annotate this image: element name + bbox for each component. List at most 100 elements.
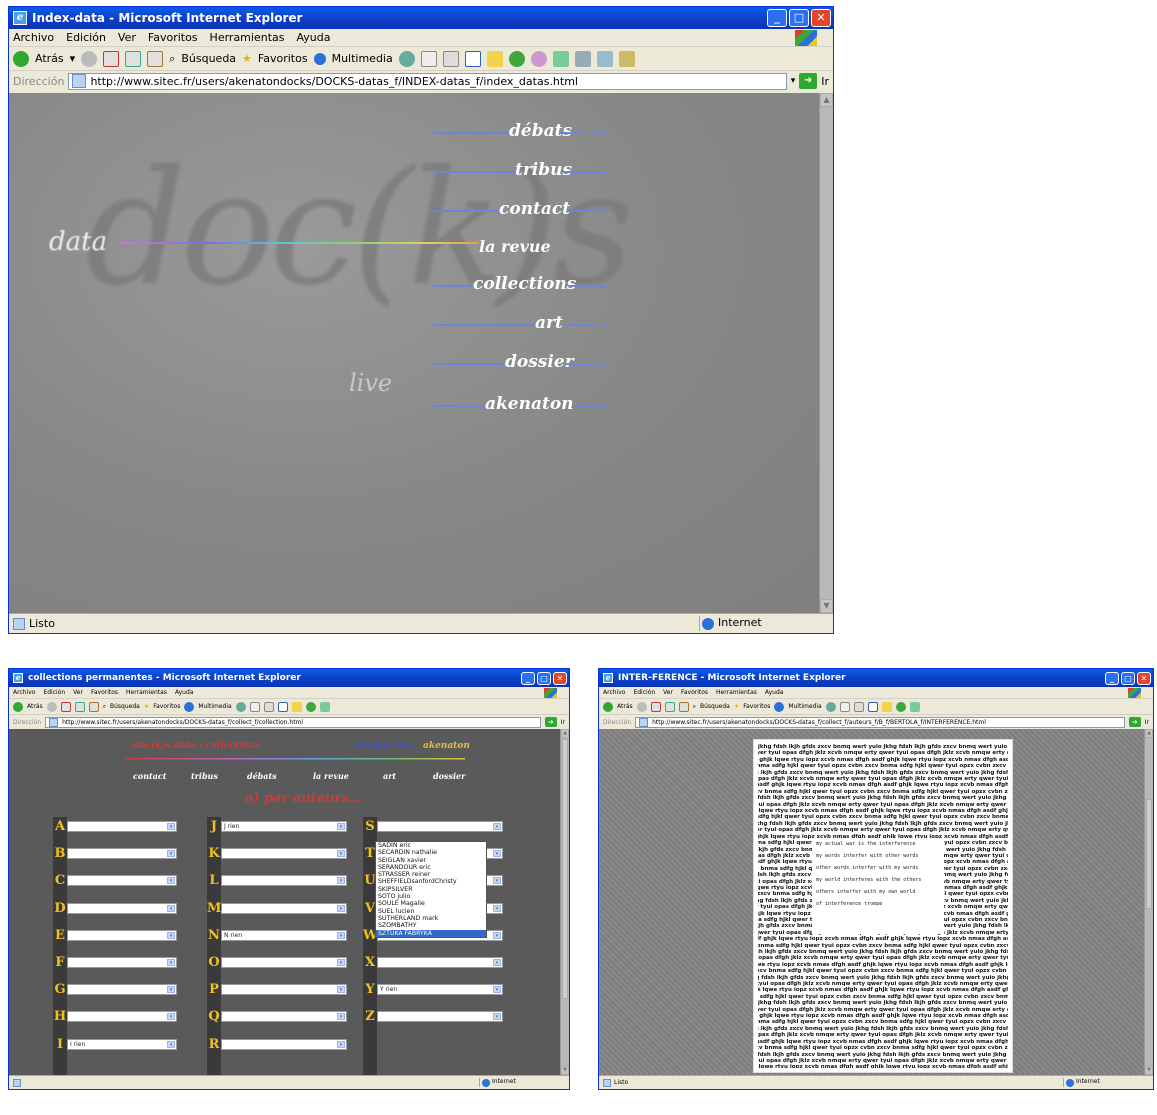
author-select-s[interactable]: ▾ xyxy=(377,821,503,832)
search-icon[interactable]: ⌕ xyxy=(169,52,175,66)
chevron-down-icon[interactable]: ▾ xyxy=(167,1040,175,1048)
chevron-down-icon[interactable]: ▾ xyxy=(493,877,501,885)
go-arrow-icon[interactable]: ➜ xyxy=(544,717,557,727)
copy-icon[interactable] xyxy=(596,50,613,67)
menu-ver[interactable]: Ver xyxy=(118,31,136,44)
author-select-r[interactable]: ▾ xyxy=(221,1038,347,1050)
chevron-down-icon[interactable]: ▾ xyxy=(337,850,345,858)
top-link-collections[interactable]: doc(k)s data : collections xyxy=(133,741,260,751)
top-link-akenaton[interactable]: akenaton xyxy=(423,741,470,751)
home-icon[interactable] xyxy=(88,701,99,712)
chevron-down-icon[interactable]: ▾ xyxy=(493,823,501,830)
chevron-down-icon[interactable]: ▾ xyxy=(167,986,175,994)
menu-ayuda[interactable]: Ayuda xyxy=(765,689,784,696)
word-icon[interactable] xyxy=(277,701,288,712)
title-bar[interactable]: e Index-data - Microsoft Internet Explor… xyxy=(9,7,833,29)
dropdown-option[interactable]: SKIPSILVER xyxy=(376,886,486,893)
menu-archivo[interactable]: Archivo xyxy=(13,31,54,44)
dropdown-option[interactable]: SERANDOUR eric xyxy=(376,864,486,871)
favorites-star-icon[interactable]: ★ xyxy=(242,52,252,65)
chevron-down-icon[interactable]: ▾ xyxy=(337,904,345,912)
chevron-down-icon[interactable]: ▾ xyxy=(493,986,501,994)
chevron-down-icon[interactable]: ▾ xyxy=(167,823,175,830)
image-icon[interactable] xyxy=(552,50,569,67)
nav-debats[interactable]: débats xyxy=(509,121,572,141)
nav-debats[interactable]: débats xyxy=(247,771,277,781)
folder-icon[interactable] xyxy=(881,701,892,712)
chevron-down-icon[interactable]: ▾ xyxy=(337,1040,345,1048)
image-icon[interactable] xyxy=(909,701,920,712)
nav-contact[interactable]: contact xyxy=(499,199,570,219)
chevron-down-icon[interactable]: ▾ xyxy=(337,931,345,939)
nav-art[interactable]: art xyxy=(383,771,396,781)
history-icon[interactable] xyxy=(825,701,836,712)
author-dropdown-list[interactable]: SADIN eric SECARDIN nathalie SEIGLAN xavie… xyxy=(375,841,487,938)
author-select-z[interactable]: ▾ xyxy=(377,1011,503,1023)
chevron-down-icon[interactable]: ▾ xyxy=(167,877,175,885)
menu-favoritos[interactable]: Favoritos xyxy=(681,689,708,696)
minimize-icon[interactable]: _ xyxy=(521,671,535,685)
dropdown-option[interactable]: SHEFFIELDsanfordChristy xyxy=(376,878,486,885)
mail-icon[interactable] xyxy=(839,701,850,712)
vertical-scrollbar[interactable]: ▲ ▼ xyxy=(819,93,833,613)
author-select-a[interactable]: ▾ xyxy=(67,821,177,832)
messenger-icon[interactable] xyxy=(508,50,525,67)
back-icon[interactable] xyxy=(13,50,29,67)
dropdown-arrow-icon[interactable]: ▾ xyxy=(70,52,76,65)
search-button[interactable]: Búsqueda xyxy=(700,703,730,710)
tool-icon[interactable] xyxy=(618,50,635,67)
menu-herramientas[interactable]: Herramientas xyxy=(716,689,757,696)
author-select-h[interactable]: ▾ xyxy=(67,1011,177,1023)
history-icon[interactable] xyxy=(398,50,415,67)
author-select-d[interactable]: ▾ xyxy=(67,902,177,914)
minimize-icon[interactable]: _ xyxy=(1105,671,1119,685)
back-icon[interactable] xyxy=(603,701,613,712)
address-input[interactable]: http://www.sitec.fr/users/akenatondocks/… xyxy=(635,716,1125,728)
author-select-o[interactable]: ▾ xyxy=(221,957,347,968)
author-select-f[interactable]: ▾ xyxy=(67,957,177,968)
top-link-live[interactable]: doc(k)s live xyxy=(355,741,414,751)
chevron-down-icon[interactable]: ▾ xyxy=(337,877,345,885)
favorites-button[interactable]: Favoritos xyxy=(743,703,770,710)
go-arrow-icon[interactable]: ➜ xyxy=(799,73,818,89)
maximize-icon[interactable]: □ xyxy=(537,671,551,685)
maximize-icon[interactable]: □ xyxy=(789,9,809,27)
go-button[interactable]: Ir xyxy=(1145,719,1149,726)
media-button[interactable]: Multimedia xyxy=(788,703,821,710)
go-button[interactable]: Ir xyxy=(561,719,565,726)
refresh-icon[interactable] xyxy=(664,701,675,712)
stop-icon[interactable] xyxy=(650,701,661,712)
chevron-down-icon[interactable]: ▾ xyxy=(337,823,345,830)
vertical-scrollbar[interactable]: ▲ ▼ xyxy=(560,729,569,1075)
nav-la-revue[interactable]: la revue xyxy=(479,237,551,256)
word-icon[interactable] xyxy=(867,701,878,712)
search-icon[interactable]: ⌕ xyxy=(103,703,106,711)
dropdown-option[interactable]: SUTHERLAND mark xyxy=(376,915,486,922)
dropdown-option[interactable]: SOTO julio xyxy=(376,893,486,900)
dropdown-option[interactable]: STRASSER reiner xyxy=(376,871,486,878)
home-icon[interactable] xyxy=(147,50,164,67)
menu-herramientas[interactable]: Herramientas xyxy=(210,31,285,44)
forward-icon[interactable] xyxy=(81,50,98,67)
media-icon[interactable] xyxy=(774,701,785,712)
scroll-thumb[interactable] xyxy=(562,739,568,999)
scroll-down-icon[interactable]: ▼ xyxy=(820,599,833,613)
chevron-down-icon[interactable]: ▾ xyxy=(493,959,501,966)
favorites-button[interactable]: Favoritos xyxy=(258,52,308,65)
menu-archivo[interactable]: Archivo xyxy=(13,689,35,696)
scroll-up-icon[interactable]: ▲ xyxy=(820,93,833,107)
dropdown-option[interactable]: SADIN eric xyxy=(376,842,486,849)
author-select-b[interactable]: ▾ xyxy=(67,848,177,860)
mail-icon[interactable] xyxy=(249,701,260,712)
chevron-down-icon[interactable]: ▾ xyxy=(493,1013,501,1021)
address-input[interactable]: http://www.sitec.fr/users/akenatondocks/… xyxy=(68,72,787,90)
nav-akenaton[interactable]: akenaton xyxy=(485,394,574,414)
chevron-down-icon[interactable]: ▾ xyxy=(337,1013,345,1021)
author-select-l[interactable]: ▾ xyxy=(221,875,347,887)
go-arrow-icon[interactable]: ➜ xyxy=(1128,717,1141,727)
dropdown-option[interactable]: SEIGLAN xavier xyxy=(376,857,486,864)
back-button[interactable]: Atrás xyxy=(35,52,64,65)
go-button[interactable]: Ir xyxy=(821,75,829,88)
chevron-down-icon[interactable]: ▾ xyxy=(493,904,501,912)
title-bar[interactable]: e INTER-FERENCE - Microsoft Internet Exp… xyxy=(599,669,1153,687)
